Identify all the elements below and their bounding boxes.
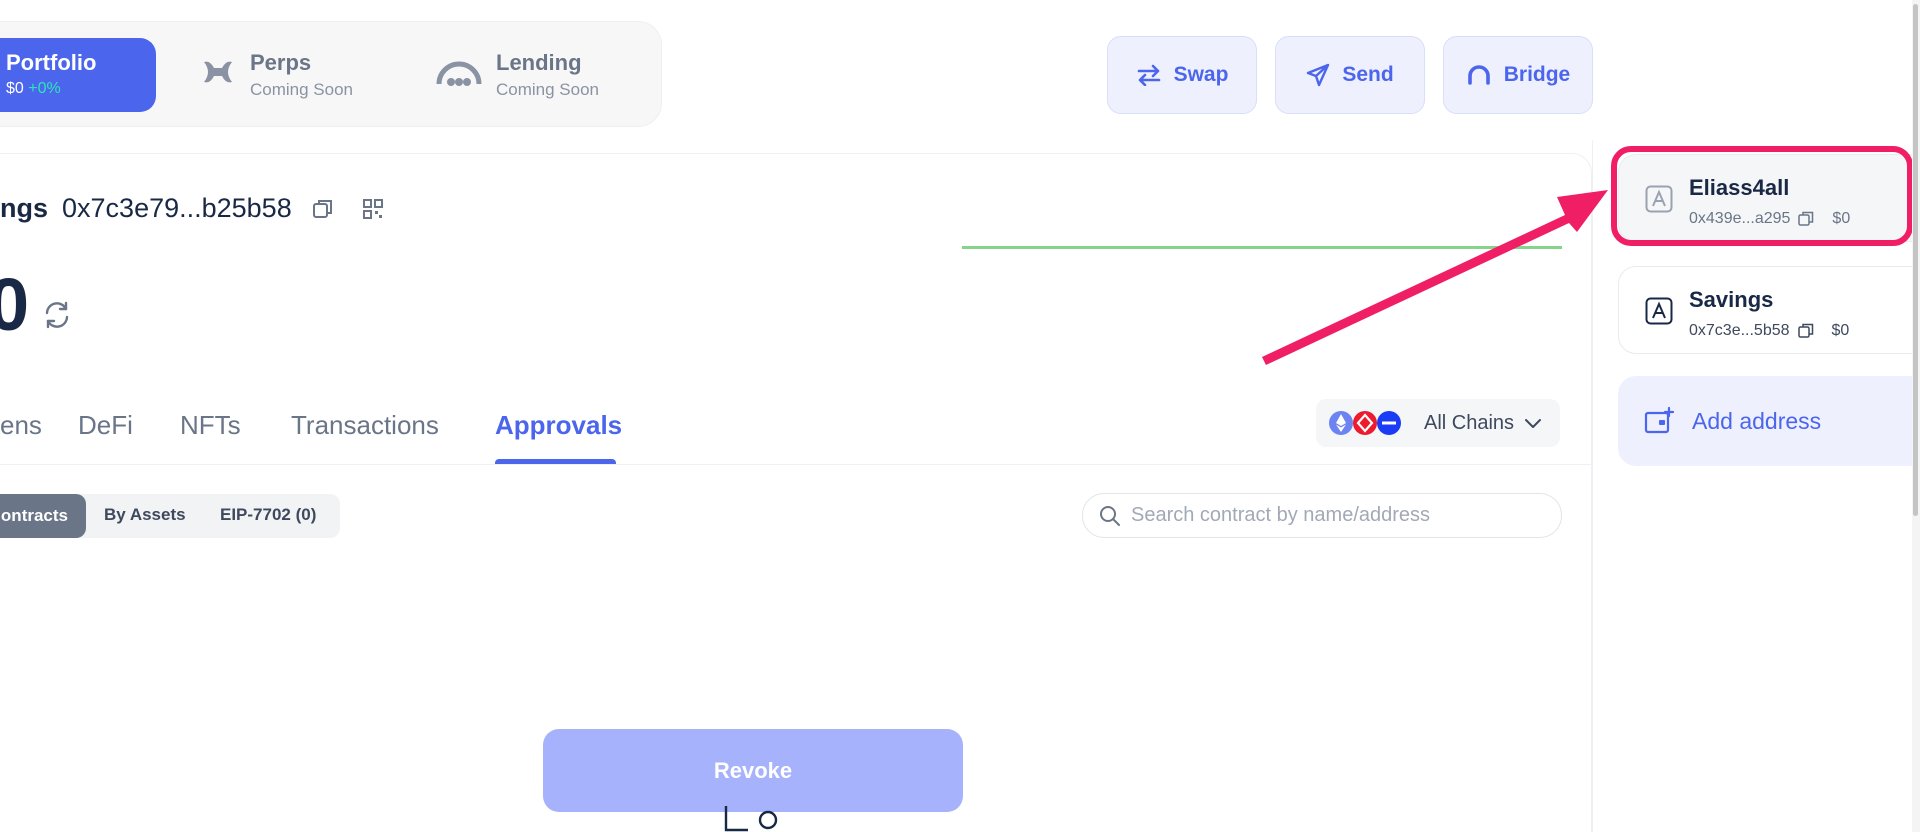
annotation-arrow xyxy=(1262,190,1608,365)
